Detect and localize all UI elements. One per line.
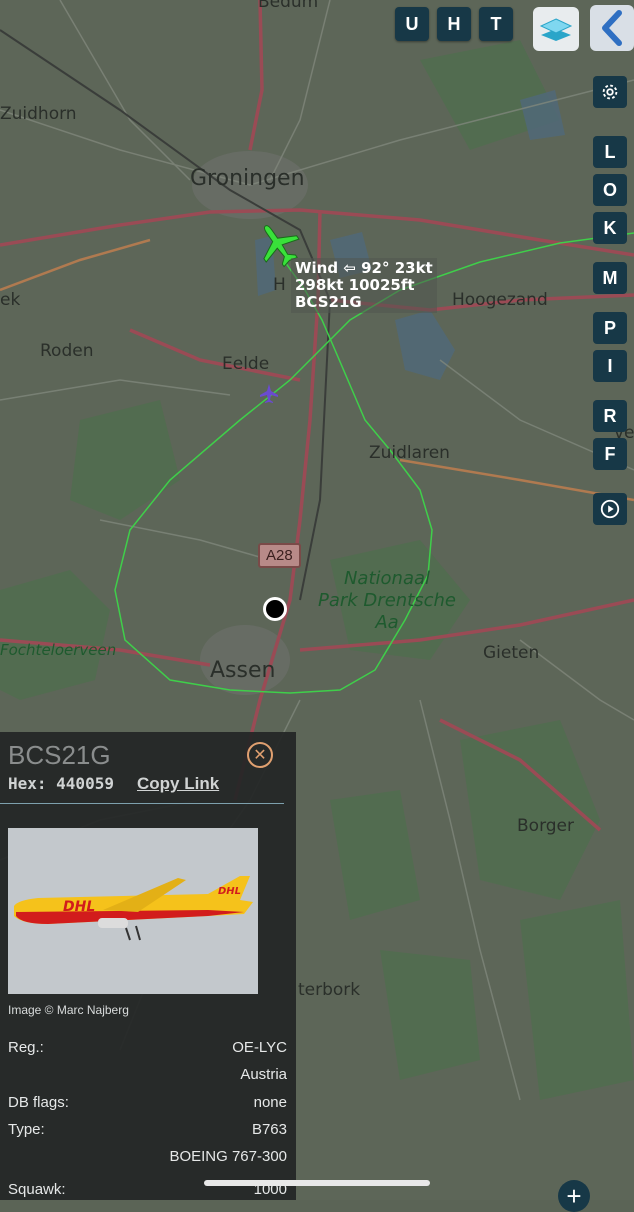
settings-button[interactable] (593, 76, 627, 108)
aircraft-speed-alt: 298kt 10025ft (295, 276, 415, 294)
road-shield-a28: A28 (258, 543, 301, 568)
close-icon[interactable]: ✕ (247, 742, 273, 768)
chevron-left-icon (602, 10, 622, 46)
image-credit: Image © Marc Najberg (8, 1003, 129, 1017)
country-value: Austria (240, 1066, 287, 1083)
button-p[interactable]: P (593, 312, 627, 344)
type-name-value: BOEING 767-300 (169, 1148, 287, 1165)
place-label-zuidhorn: Zuidhorn (0, 104, 77, 124)
park-label-line3: Aa (375, 612, 399, 633)
type-value: B763 (251, 1121, 287, 1138)
layers-button[interactable] (533, 7, 579, 51)
dhl-tail-logo: DHL (218, 886, 241, 897)
place-label-zuidlaren: Zuidlaren (369, 443, 450, 463)
replay-icon (600, 499, 620, 519)
panel-divider (0, 803, 284, 804)
button-h[interactable]: H (437, 7, 471, 41)
place-label-westerbork: terbork (298, 980, 361, 1000)
place-label-eelde: Eelde (222, 354, 270, 374)
location-marker[interactable] (263, 597, 287, 621)
layers-icon (539, 18, 573, 41)
place-label-assen: Assen (210, 658, 276, 683)
park-label: Nationaal Park Drentsche Aa (318, 568, 456, 634)
gear-icon (602, 84, 618, 100)
replay-button[interactable] (593, 493, 627, 525)
button-m[interactable]: M (593, 262, 627, 294)
home-indicator[interactable] (204, 1180, 430, 1186)
aircraft-photo[interactable]: DHL DHL (8, 828, 258, 994)
button-o[interactable]: O (593, 174, 627, 206)
aircraft-wind: Wind ⇦ 92° 23kt (295, 259, 433, 277)
button-r[interactable]: R (593, 400, 627, 432)
aircraft-info-label[interactable]: Wind ⇦ 92° 23kt 298kt 10025ft BCS21G (291, 258, 437, 313)
button-l[interactable]: L (593, 136, 627, 168)
copy-link[interactable]: Copy Link (137, 774, 219, 794)
button-i[interactable]: I (593, 350, 627, 382)
aircraft-info-panel: BCS21G ✕ Hex: 440059 Copy Link DHL DHL I… (0, 732, 296, 1200)
park-label-line2: Park Drentsche (318, 590, 456, 611)
squawk-label: Squawk: (8, 1181, 66, 1198)
db-flags-value: none (253, 1094, 287, 1111)
back-button[interactable] (590, 5, 634, 51)
button-u[interactable]: U (395, 7, 429, 41)
type-label: Type: (8, 1121, 45, 1138)
reg-value: OE-LYC (232, 1039, 287, 1056)
park-label-line1: Nationaal (343, 568, 431, 589)
button-t[interactable]: T (479, 7, 513, 41)
panel-callsign: BCS21G (8, 740, 111, 770)
place-label-gieten: Gieten (483, 643, 540, 663)
place-label-fochteloerveen: Fochteloerveen (0, 641, 117, 659)
place-label-roden: Roden (40, 341, 94, 361)
place-label-groningen: Groningen (190, 166, 305, 191)
button-k[interactable]: K (593, 212, 627, 244)
plus-icon[interactable]: + (558, 1180, 590, 1212)
hex-code: Hex: 440059 (8, 774, 114, 793)
place-label-haren: H (273, 275, 286, 295)
dhl-fuselage-logo: DHL (63, 899, 95, 915)
place-label-ek: ek (0, 290, 21, 310)
aircraft-callsign: BCS21G (295, 293, 362, 311)
place-label-borger: Borger (517, 816, 574, 836)
place-label-hoogezand: Hoogezand (452, 290, 548, 310)
button-f[interactable]: F (593, 438, 627, 470)
db-flags-label: DB flags: (8, 1094, 69, 1111)
place-label-bedum: Bedum (258, 0, 319, 12)
reg-label: Reg.: (8, 1039, 44, 1056)
